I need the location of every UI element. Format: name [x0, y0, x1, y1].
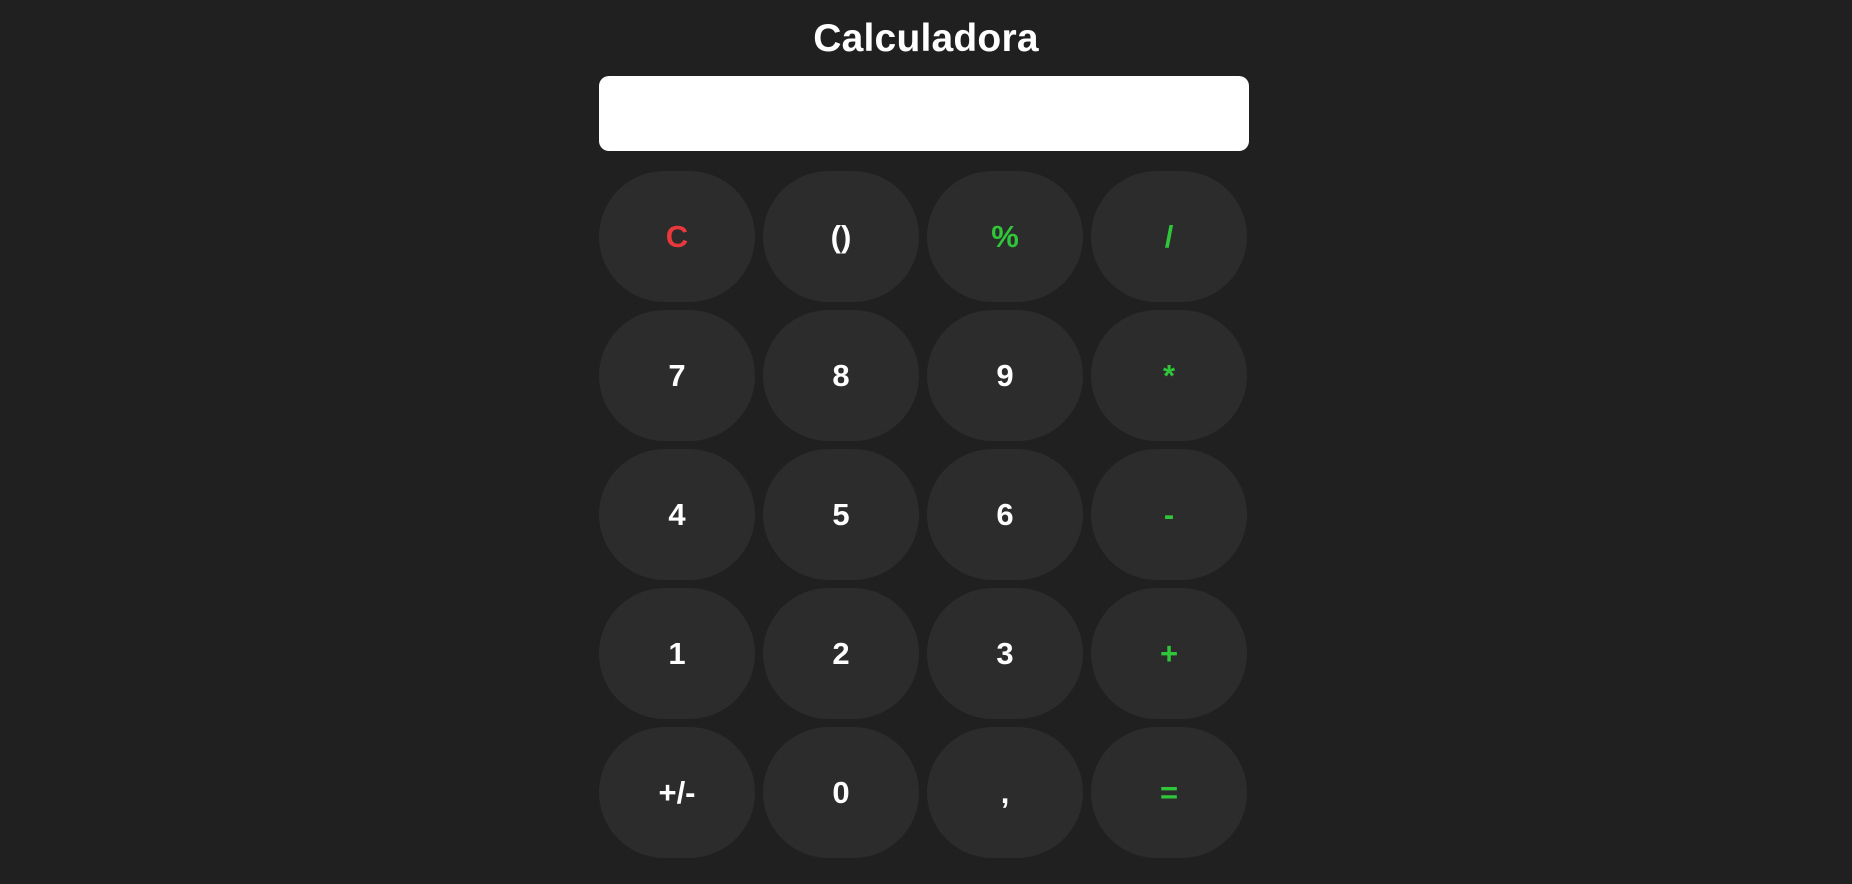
decimal-button[interactable]: , [927, 727, 1083, 858]
toggle-sign-button[interactable]: +/- [599, 727, 755, 858]
digit-2-button[interactable]: 2 [763, 588, 919, 719]
digit-0-button[interactable]: 0 [763, 727, 919, 858]
digit-4-button[interactable]: 4 [599, 449, 755, 580]
calculator-app: Calculadora C () % / 7 8 9 * 4 5 6 - 1 2… [0, 0, 1852, 884]
page-title: Calculadora [813, 17, 1039, 60]
parentheses-button[interactable]: () [763, 171, 919, 302]
digit-7-button[interactable]: 7 [599, 310, 755, 441]
subtract-button[interactable]: - [1091, 449, 1247, 580]
digit-5-button[interactable]: 5 [763, 449, 919, 580]
percent-button[interactable]: % [927, 171, 1083, 302]
multiply-button[interactable]: * [1091, 310, 1247, 441]
digit-3-button[interactable]: 3 [927, 588, 1083, 719]
equals-button[interactable]: = [1091, 727, 1247, 858]
digit-6-button[interactable]: 6 [927, 449, 1083, 580]
digit-9-button[interactable]: 9 [927, 310, 1083, 441]
calculator-display[interactable] [599, 76, 1249, 151]
divide-button[interactable]: / [1091, 171, 1247, 302]
digit-1-button[interactable]: 1 [599, 588, 755, 719]
add-button[interactable]: + [1091, 588, 1247, 719]
clear-button[interactable]: C [599, 171, 755, 302]
keypad: C () % / 7 8 9 * 4 5 6 - 1 2 3 + +/- 0 ,… [599, 171, 1249, 858]
digit-8-button[interactable]: 8 [763, 310, 919, 441]
